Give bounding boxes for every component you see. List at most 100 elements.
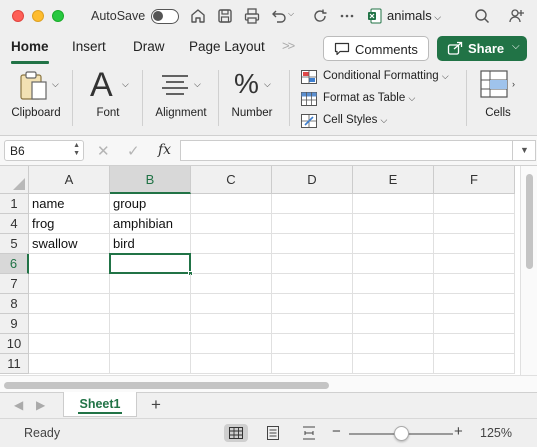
cell-b10[interactable] (110, 334, 191, 354)
clipboard-group[interactable]: ⌵ Clipboard (4, 64, 68, 136)
share-people-icon[interactable] (508, 7, 526, 25)
horizontal-scroll-thumb[interactable] (4, 382, 329, 389)
cell-c4[interactable] (191, 214, 272, 234)
cell-c5[interactable] (191, 234, 272, 254)
cells-group[interactable]: › Cells (472, 64, 524, 136)
select-all-button[interactable] (0, 166, 29, 194)
row-header-10[interactable]: 10 (0, 334, 29, 354)
column-header-e[interactable]: E (353, 166, 434, 194)
comments-button[interactable]: Comments (323, 36, 429, 61)
more-icon[interactable] (338, 7, 356, 25)
formula-input[interactable] (180, 140, 536, 161)
cell-f4[interactable] (434, 214, 515, 234)
cell-f8[interactable] (434, 294, 515, 314)
tab-home[interactable]: Home (11, 39, 49, 54)
tab-page-layout[interactable]: Page Layout (189, 39, 265, 54)
chevron-down-icon[interactable]: ⌵ (194, 79, 201, 90)
cell-d5[interactable] (272, 234, 353, 254)
next-sheet-icon[interactable]: ▶ (36, 398, 45, 412)
column-header-d[interactable]: D (272, 166, 353, 194)
cell-d6[interactable] (272, 254, 353, 274)
cell-d7[interactable] (272, 274, 353, 294)
horizontal-scrollbar[interactable] (0, 375, 537, 392)
cell-f1[interactable] (434, 194, 515, 214)
share-button[interactable]: Share ⌵ (437, 36, 527, 61)
cell-c8[interactable] (191, 294, 272, 314)
document-title[interactable]: animals ⌵ (387, 8, 441, 23)
redo-icon[interactable] (311, 7, 329, 25)
chevron-right-icon[interactable]: › (512, 79, 515, 89)
normal-view-button[interactable] (224, 424, 248, 442)
cell-b5[interactable]: bird (110, 234, 191, 254)
cell-c1[interactable] (191, 194, 272, 214)
cancel-icon[interactable]: ✕ (97, 142, 110, 160)
cell-f10[interactable] (434, 334, 515, 354)
column-header-c[interactable]: C (191, 166, 272, 194)
insert-function-icon[interactable]: fx (158, 142, 171, 158)
cell-d10[interactable] (272, 334, 353, 354)
cell-d1[interactable] (272, 194, 353, 214)
save-icon[interactable] (216, 7, 234, 25)
home-icon[interactable] (189, 7, 207, 25)
cell-c6[interactable] (191, 254, 272, 274)
cell-b1[interactable]: group (110, 194, 191, 214)
sheet-tab-sheet1[interactable]: Sheet1 (63, 392, 137, 417)
tab-draw[interactable]: Draw (133, 39, 165, 54)
print-icon[interactable] (243, 7, 261, 25)
cell-c7[interactable] (191, 274, 272, 294)
cell-e11[interactable] (353, 354, 434, 374)
cell-a1[interactable]: name (29, 194, 110, 214)
cell-d8[interactable] (272, 294, 353, 314)
chevron-down-icon[interactable]: ⌵ (264, 79, 271, 90)
chevron-down-icon[interactable]: ⌵ (122, 79, 129, 90)
alignment-group[interactable]: ⌵ Alignment (150, 64, 212, 136)
cell-e6[interactable] (353, 254, 434, 274)
font-group[interactable]: A ⌵ Font (80, 64, 136, 136)
cell-e4[interactable] (353, 214, 434, 234)
zoom-in-button[interactable]: + (454, 423, 463, 440)
undo-dropdown-icon[interactable]: ⌵ (288, 9, 306, 27)
cell-e7[interactable] (353, 274, 434, 294)
column-header-a[interactable]: A (29, 166, 110, 194)
cell-e5[interactable] (353, 234, 434, 254)
zoom-percentage[interactable]: 125% (480, 426, 512, 440)
cell-d11[interactable] (272, 354, 353, 374)
cell-b7[interactable] (110, 274, 191, 294)
row-header-7[interactable]: 7 (0, 274, 29, 294)
cell-f6[interactable] (434, 254, 515, 274)
row-header-6[interactable]: 6 (0, 254, 29, 274)
enter-icon[interactable]: ✓ (127, 142, 140, 160)
vertical-scrollbar[interactable] (520, 166, 537, 375)
vertical-scroll-thumb[interactable] (526, 174, 533, 269)
name-box[interactable]: B6 ▲ ▼ (4, 140, 84, 161)
cell-f11[interactable] (434, 354, 515, 374)
spreadsheet-grid[interactable]: A B C D E F 1 name group 4 frog amphibian 5 swallow bi… (0, 166, 520, 375)
maximize-window-button[interactable] (52, 10, 64, 22)
row-header-1[interactable]: 1 (0, 194, 29, 214)
minimize-window-button[interactable] (32, 10, 44, 22)
row-header-8[interactable]: 8 (0, 294, 29, 314)
cell-f9[interactable] (434, 314, 515, 334)
cell-d9[interactable] (272, 314, 353, 334)
column-header-f[interactable]: F (434, 166, 515, 194)
cell-e8[interactable] (353, 294, 434, 314)
cell-f5[interactable] (434, 234, 515, 254)
cell-e10[interactable] (353, 334, 434, 354)
add-sheet-button[interactable]: + (151, 395, 161, 415)
undo-icon[interactable] (270, 7, 288, 25)
cell-a7[interactable] (29, 274, 110, 294)
row-header-11[interactable]: 11 (0, 354, 29, 374)
prev-sheet-icon[interactable]: ◀ (14, 398, 23, 412)
cell-e1[interactable] (353, 194, 434, 214)
cell-a11[interactable] (29, 354, 110, 374)
autosave-toggle[interactable] (151, 9, 179, 24)
cell-f7[interactable] (434, 274, 515, 294)
cell-a8[interactable] (29, 294, 110, 314)
zoom-slider-thumb[interactable] (394, 426, 409, 441)
cell-b11[interactable] (110, 354, 191, 374)
chevron-down-icon[interactable]: ⌵ (52, 79, 59, 90)
cell-c10[interactable] (191, 334, 272, 354)
cell-d4[interactable] (272, 214, 353, 234)
row-header-5[interactable]: 5 (0, 234, 29, 254)
page-layout-view-button[interactable] (261, 424, 285, 442)
